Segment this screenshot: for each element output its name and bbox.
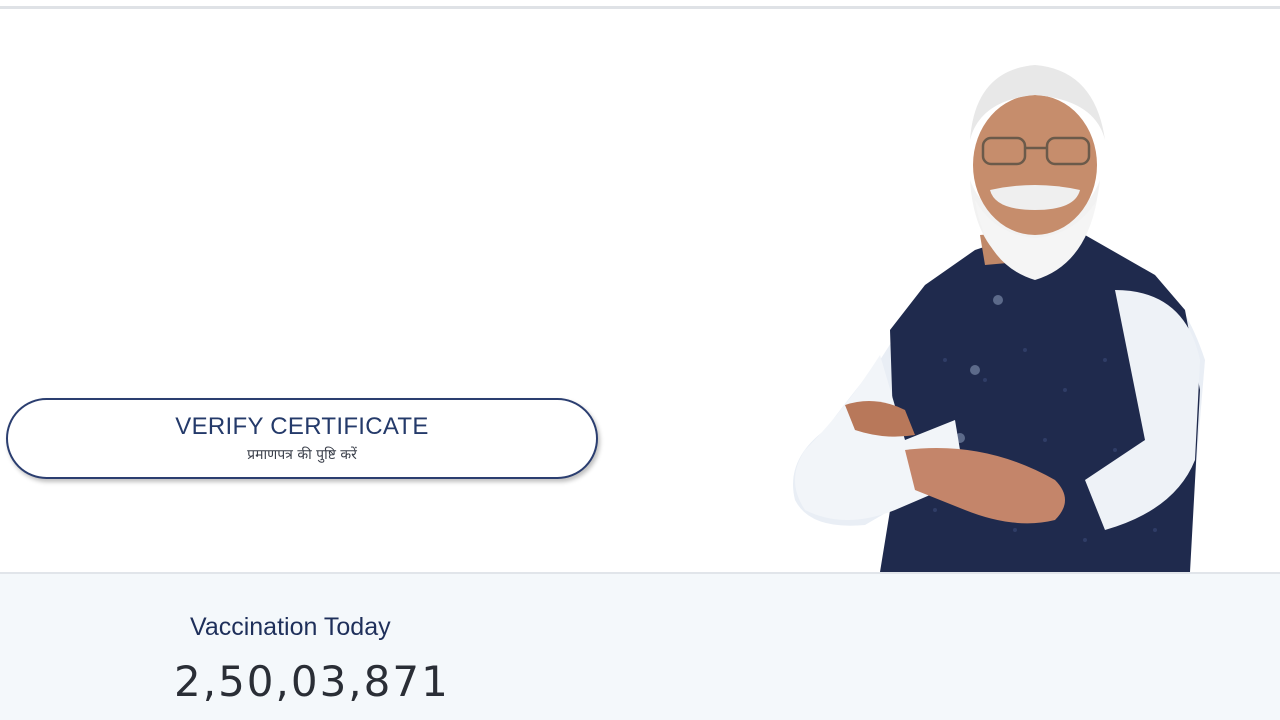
person-portrait-icon <box>793 65 1205 572</box>
page: VERIFY CERTIFICATE प्रमाणपत्र की पुष्टि … <box>0 0 1280 720</box>
top-divider <box>0 6 1280 9</box>
verify-certificate-button[interactable]: VERIFY CERTIFICATE प्रमाणपत्र की पुष्टि … <box>6 398 598 479</box>
verify-certificate-label: VERIFY CERTIFICATE <box>175 412 429 440</box>
vaccination-today-count: 2,50,03,871 <box>174 657 450 706</box>
vaccination-today-label: Vaccination Today <box>190 613 391 641</box>
verify-certificate-hindi-label: प्रमाणपत्र की पुष्टि करें <box>247 446 357 463</box>
